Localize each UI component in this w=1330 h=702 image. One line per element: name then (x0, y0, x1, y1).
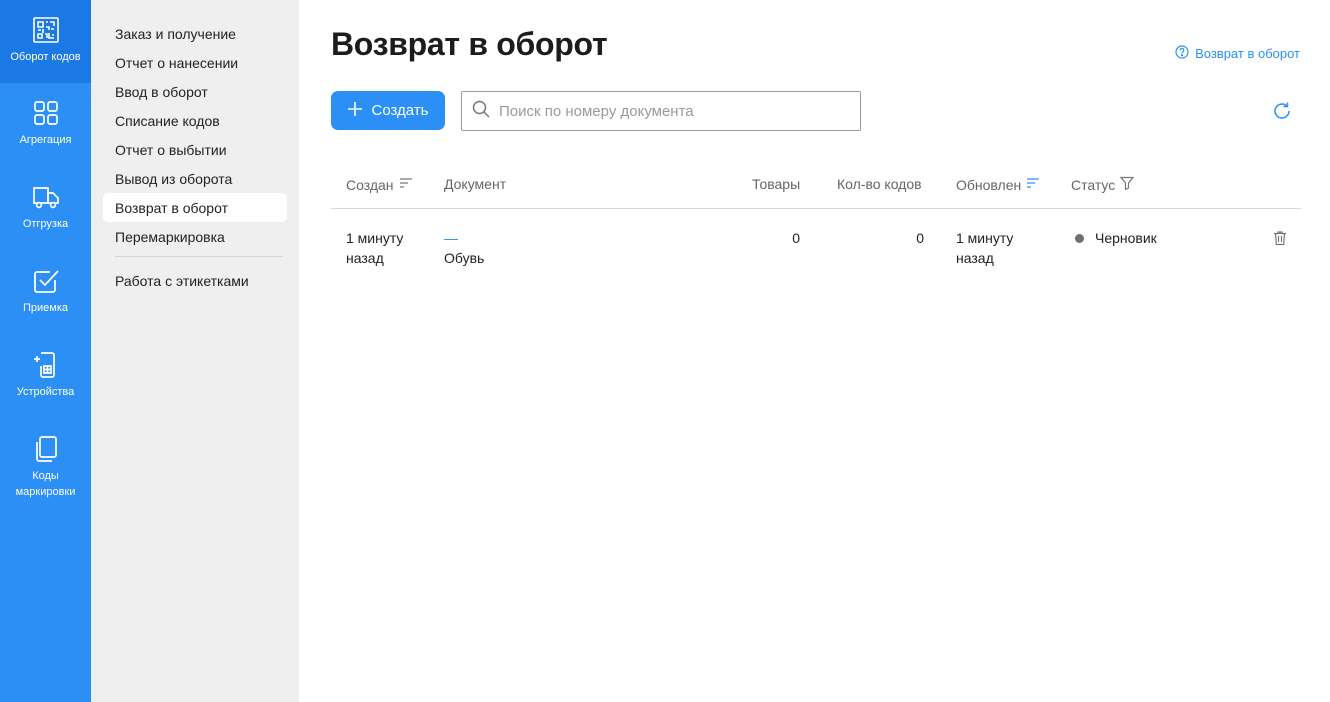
document-number-link[interactable]: — (444, 228, 484, 248)
column-header-goods: Товары (752, 176, 800, 192)
main-content: Возврат в оборот Возврат в оборот Создат… (299, 0, 1330, 702)
rail-item-shipping[interactable]: Отгрузка (0, 167, 91, 251)
column-header-label: Статус (1071, 176, 1116, 193)
help-link-label: Возврат в оборот (1195, 46, 1300, 61)
subnav-item-disposal-report[interactable]: Отчет о выбытии (103, 135, 287, 164)
search-box (461, 91, 861, 131)
column-header-updated[interactable]: Обновлен (956, 176, 1040, 193)
cell-created: 1 минуту назад (346, 228, 403, 268)
rail-label: Устройства (16, 386, 75, 398)
subnav-divider (115, 256, 283, 257)
updated-text: 1 минуту (956, 230, 1014, 246)
column-header-codes: Кол-во кодов (837, 176, 922, 192)
rail-item-marking-codes[interactable]: Коды маркировки (0, 419, 91, 511)
rail-label: Приемка (22, 302, 69, 314)
created-text: 1 минуту (346, 230, 404, 246)
column-header-status[interactable]: Статус (1071, 176, 1135, 193)
column-header-label: Обновлен (956, 176, 1022, 193)
column-header-created[interactable]: Создан (346, 176, 413, 193)
subnav-item-labels[interactable]: Работа с этикетками (103, 266, 287, 295)
rail-item-aggregation[interactable]: Агрегация (0, 83, 91, 167)
subnav-item-withdrawal[interactable]: Вывод из оборота (103, 164, 287, 193)
barcode-icon (31, 15, 61, 45)
grid-icon (31, 98, 61, 128)
checkbox-icon (31, 266, 61, 296)
truck-icon (31, 182, 61, 212)
subnav-item-return[interactable]: Возврат в оборот (103, 193, 287, 222)
icon-rail: Оборот кодов Агрегация Отгрузка Приемка … (0, 0, 91, 702)
rail-label: Отгрузка (22, 218, 69, 230)
sub-navigation: Заказ и получение Отчет о нанесении Ввод… (91, 0, 299, 702)
sort-icon (1021, 176, 1040, 193)
column-header-label: Документ (444, 176, 507, 192)
subnav-item-order[interactable]: Заказ и получение (103, 19, 287, 48)
cell-goods: 0 (792, 230, 800, 246)
updated-text: назад (956, 250, 994, 266)
rail-item-acceptance[interactable]: Приемка (0, 251, 91, 335)
document-type: Обувь (444, 250, 485, 266)
subnav-item-write-off[interactable]: Списание кодов (103, 106, 287, 135)
rail-label: Агрегация (19, 134, 72, 146)
help-link[interactable]: Возврат в оборот (1175, 45, 1300, 62)
page-title: Возврат в оборот (331, 26, 608, 62)
trash-icon[interactable] (1272, 230, 1288, 246)
create-button-label: Создать (371, 102, 429, 119)
rail-item-code-turnover[interactable]: Оборот кодов (0, 0, 91, 83)
column-header-label: Создан (346, 176, 394, 193)
rail-label: Коды маркировки (15, 470, 76, 498)
column-header-label: Товары (752, 176, 801, 192)
search-input[interactable] (499, 102, 839, 120)
created-text: назад (346, 250, 384, 266)
app: Оборот кодов Агрегация Отгрузка Приемка … (0, 0, 1330, 702)
subnav-item-application-report[interactable]: Отчет о нанесении (103, 48, 287, 77)
column-header-label: Кол-во кодов (837, 176, 922, 192)
table-row[interactable]: 1 минуту назад — Обувь 0 0 1 минуту наза… (331, 226, 1301, 276)
copy-icon (31, 434, 61, 464)
cell-status: Черновик (1075, 228, 1157, 248)
rail-item-devices[interactable]: Устройства (0, 335, 91, 419)
rail-label: Оборот кодов (10, 51, 81, 63)
cell-document: — Обувь (444, 228, 484, 268)
subnav-item-remarking[interactable]: Перемаркировка (103, 222, 287, 251)
status-label: Черновик (1095, 230, 1157, 246)
cell-updated: 1 минуту назад (956, 228, 1013, 268)
sort-icon (394, 176, 413, 193)
refresh-icon[interactable] (1272, 101, 1292, 121)
status-dot (1075, 234, 1084, 243)
subnav-item-introduction[interactable]: Ввод в оборот (103, 77, 287, 106)
create-button[interactable]: Создать (331, 91, 445, 130)
cell-codes: 0 (916, 230, 924, 246)
filter-icon (1115, 176, 1135, 193)
column-header-document: Документ (444, 176, 506, 192)
device-icon (31, 350, 61, 380)
help-icon (1175, 45, 1195, 62)
plus-icon (347, 101, 371, 121)
table-header: Создан Документ Товары Кол-во кодов Обно… (331, 162, 1301, 209)
search-icon (472, 100, 499, 123)
